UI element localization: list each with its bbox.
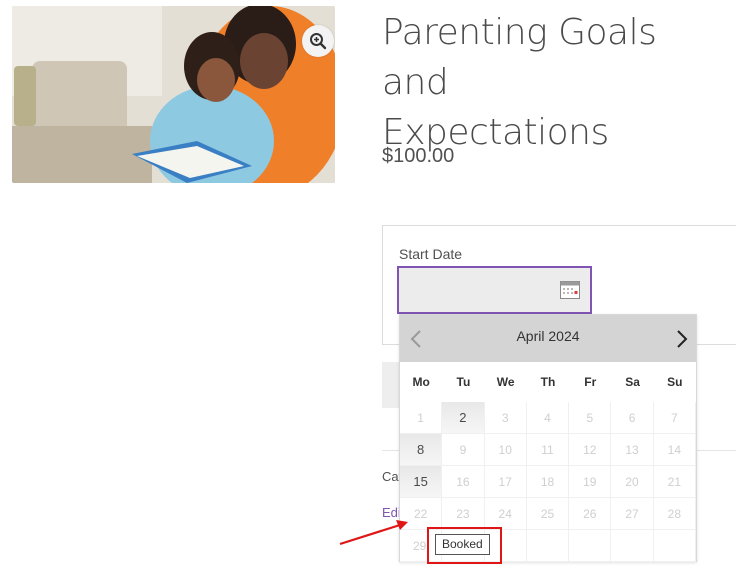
day-cell: 20 [611, 466, 654, 498]
day-cell: 10 [484, 434, 527, 466]
divider [697, 450, 736, 451]
day-cell-available[interactable]: 8 [400, 434, 443, 466]
day-cell [526, 530, 570, 562]
day-cell: 7 [653, 402, 696, 434]
calendar-icon[interactable] [560, 281, 580, 299]
weekday-label: We [496, 375, 515, 389]
zoom-button[interactable] [302, 25, 334, 57]
weekday-label: Tu [456, 375, 471, 389]
day-cell: 19 [569, 466, 612, 498]
weekday-label: Sa [625, 375, 640, 389]
day-cell: 27 [611, 498, 654, 530]
weekday-label: Su [667, 375, 683, 389]
day-cell: 9 [442, 434, 485, 466]
day-cell [611, 530, 654, 562]
day-cell: 3 [484, 402, 527, 434]
day-cell: 11 [526, 434, 570, 466]
day-cell: 4 [526, 402, 570, 434]
day-cell-available[interactable]: 15 [400, 466, 443, 498]
day-cell: 1 [400, 402, 443, 434]
day-cell: 18 [526, 466, 570, 498]
day-cell: 28 [653, 498, 696, 530]
chevron-right-icon [677, 330, 688, 348]
day-cell: 25 [526, 498, 570, 530]
datepicker: April 2024 Mo Tu We Th Fr Sa Su 1 2 3 4 … [399, 314, 697, 562]
product-image[interactable] [12, 6, 335, 183]
day-cell: 12 [569, 434, 612, 466]
day-cell: 16 [442, 466, 485, 498]
weekday-label: Mo [412, 375, 430, 389]
day-cell: 26 [569, 498, 612, 530]
day-cell: 5 [569, 402, 612, 434]
day-cell: 24 [484, 498, 527, 530]
category-label: Cat [382, 469, 400, 484]
product-photo [12, 6, 335, 183]
product-title-line1: Parenting Goals and [382, 12, 657, 103]
product-price: $100.00 [382, 145, 455, 167]
weekday-label: Th [540, 375, 556, 389]
day-cell [569, 530, 612, 562]
annotation-highlight-box [427, 527, 502, 564]
day-cell: 14 [653, 434, 696, 466]
day-cell: 6 [611, 402, 654, 434]
day-cell [653, 530, 696, 562]
magnifier-plus-icon [310, 33, 327, 50]
weekday-label: Fr [584, 375, 597, 389]
day-cell-available[interactable]: 2 [442, 402, 485, 434]
day-cell: 17 [484, 466, 527, 498]
next-month-button[interactable] [671, 327, 693, 351]
start-date-input[interactable] [397, 266, 592, 314]
day-cell: 21 [653, 466, 696, 498]
annotation-arrow-icon [339, 520, 408, 546]
start-date-label: Start Date [399, 246, 463, 262]
weekday-row: Mo Tu We Th Fr Sa Su [400, 362, 696, 402]
datepicker-header: April 2024 [400, 315, 696, 362]
day-cell: 13 [611, 434, 654, 466]
day-cell: 23 [442, 498, 485, 530]
product-title: Parenting Goals and Expectations [382, 8, 732, 158]
month-title: April 2024 [516, 328, 580, 344]
